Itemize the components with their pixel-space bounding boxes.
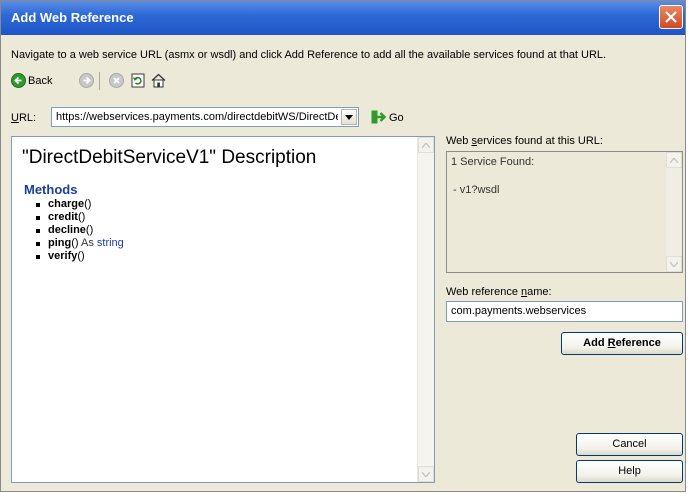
refresh-icon [131, 73, 145, 88]
method-link[interactable]: decline [48, 224, 86, 236]
services-scrollbar[interactable] [665, 152, 682, 272]
instructions-text: Navigate to a web service URL (asmx or w… [11, 49, 607, 61]
back-label: Back [28, 75, 53, 87]
bullet-icon [36, 242, 40, 246]
window-title: Add Web Reference [11, 10, 134, 25]
bullet-icon [36, 203, 40, 207]
list-item[interactable]: - v1?wsdl [453, 184, 499, 196]
help-button[interactable]: Help [576, 460, 683, 483]
back-arrow-icon [11, 73, 26, 88]
method-item: credit() [36, 211, 124, 224]
web-reference-name-input[interactable]: com.payments.webservices [446, 301, 683, 322]
return-type-link[interactable]: string [97, 237, 124, 249]
add-reference-button[interactable]: Add Reference [561, 332, 683, 355]
description-title: "DirectDebitServiceV1" Description [22, 147, 317, 168]
close-icon [665, 11, 677, 23]
add-web-reference-dialog: Add Web Reference Navigate to a web serv… [0, 0, 686, 492]
method-item: charge() [36, 198, 124, 211]
chevron-down-icon [345, 115, 353, 120]
bullet-icon [36, 216, 40, 220]
services-found-list[interactable]: 1 Service Found: - v1?wsdl [446, 151, 683, 273]
back-button[interactable]: Back [11, 69, 61, 93]
services-found-label: Web services found at this URL: [446, 135, 603, 147]
url-combobox[interactable]: https://webservices.payments.com/directd… [51, 107, 359, 127]
go-arrow-icon [371, 110, 387, 124]
url-label: URL: [11, 112, 37, 124]
scroll-up-button[interactable] [666, 152, 682, 168]
bullet-icon [36, 255, 40, 259]
scroll-down-button[interactable] [418, 466, 434, 482]
service-description-panel[interactable]: "DirectDebitServiceV1" Description Metho… [11, 136, 435, 483]
chevron-down-icon [422, 472, 430, 477]
go-label: Go [389, 112, 404, 124]
method-item: decline() [36, 224, 124, 237]
method-link[interactable]: verify [48, 250, 77, 262]
method-link[interactable]: credit [48, 211, 78, 223]
cancel-button[interactable]: Cancel [576, 433, 683, 456]
url-dropdown-button[interactable] [341, 109, 357, 125]
methods-list: charge() credit() decline() ping() As st… [36, 198, 124, 263]
stop-icon [109, 73, 124, 88]
bullet-icon [36, 229, 40, 233]
toolbar-separator [99, 72, 100, 90]
method-link[interactable]: ping [48, 237, 71, 249]
title-bar[interactable]: Add Web Reference [1, 1, 685, 35]
url-value[interactable]: https://webservices.payments.com/directd… [56, 111, 338, 123]
methods-heading: Methods [24, 182, 78, 197]
forward-arrow-icon [79, 73, 94, 88]
scroll-down-button[interactable] [666, 256, 682, 272]
description-scrollbar[interactable] [417, 137, 434, 482]
method-item: verify() [36, 250, 124, 263]
chevron-down-icon [670, 262, 678, 267]
close-button[interactable] [659, 5, 683, 29]
method-item: ping() As string [36, 237, 124, 250]
home-icon [151, 73, 166, 88]
web-reference-name-label: Web reference name: [446, 286, 552, 298]
chevron-up-icon [670, 158, 678, 163]
chevron-up-icon [422, 143, 430, 148]
web-reference-name-value[interactable]: com.payments.webservices [451, 305, 586, 317]
scroll-up-button[interactable] [418, 137, 434, 153]
method-link[interactable]: charge [48, 198, 84, 210]
services-count: 1 Service Found: [451, 156, 535, 168]
